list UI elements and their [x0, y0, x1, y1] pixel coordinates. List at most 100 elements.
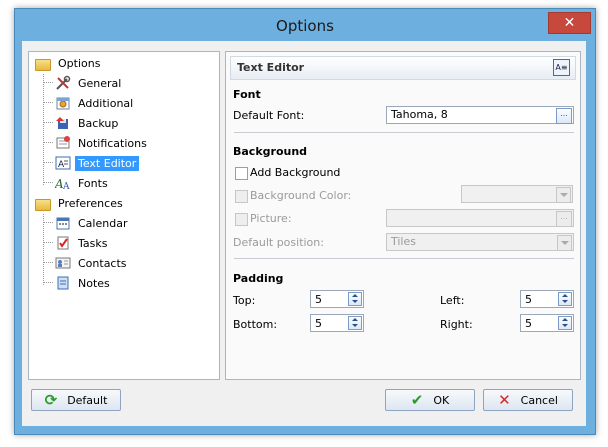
spin-arrows-icon[interactable]: [558, 316, 572, 330]
tree-item-text-editor[interactable]: A Text Editor: [55, 154, 140, 172]
picture-label: Picture:: [250, 212, 292, 225]
cancel-button-label: Cancel: [520, 393, 558, 407]
tree-item-label: General: [78, 76, 122, 90]
tree-item-label: Additional: [78, 96, 134, 110]
padding-right-label: Right:: [440, 318, 473, 331]
tree-connector: [43, 162, 53, 163]
options-tree: Options General Additional Backup Notifi…: [28, 51, 220, 380]
background-section-title: Background: [233, 145, 308, 158]
spin-arrows-icon[interactable]: [348, 316, 362, 330]
picture-browse-button[interactable]: ...: [556, 211, 572, 227]
tree-item-notifications[interactable]: Notifications: [55, 134, 150, 152]
padding-right-value: 5: [525, 317, 532, 330]
ok-button-label: OK: [433, 393, 450, 407]
tree-item-label: Text Editor: [75, 155, 140, 171]
text-editor-icon: A: [55, 155, 71, 171]
tree-item-label: Contacts: [78, 256, 127, 270]
calendar-icon: [55, 215, 71, 231]
svg-text:A: A: [58, 160, 65, 170]
padding-right-spinner[interactable]: 5: [520, 314, 574, 332]
tree-connector: [43, 82, 53, 83]
tree-connector: [43, 214, 44, 285]
padding-top-label: Top:: [233, 294, 256, 307]
font-browse-button[interactable]: ...: [556, 108, 572, 124]
tree-item-fonts[interactable]: AA Fonts: [54, 174, 111, 193]
close-button[interactable]: ✕: [548, 12, 591, 34]
tree-item-contacts[interactable]: Contacts: [55, 254, 130, 272]
options-window: Options ✕ Options General Additional Bac…: [14, 8, 596, 435]
padding-top-spinner[interactable]: 5: [310, 290, 364, 308]
tree-connector: [43, 242, 53, 243]
tree-item-tasks[interactable]: Tasks: [55, 234, 110, 252]
tree-item-label: Calendar: [78, 216, 128, 230]
panel-header: Text Editor A≡: [230, 56, 576, 80]
tree-connector: [43, 74, 44, 185]
tree-group-preferences[interactable]: Preferences: [35, 194, 126, 212]
tree-group-options[interactable]: Options: [35, 54, 103, 72]
padding-top-value: 5: [315, 293, 322, 306]
tree-connector: [43, 222, 53, 223]
picture-field[interactable]: ...: [386, 209, 574, 227]
padding-bottom-label: Bottom:: [233, 318, 278, 331]
tree-item-general[interactable]: General: [55, 74, 124, 92]
text-editor-panel: Text Editor A≡ Font Default Font: Tahoma…: [225, 51, 581, 380]
padding-bottom-value: 5: [315, 317, 322, 330]
tree-item-notes[interactable]: Notes: [55, 274, 113, 292]
background-color-checkbox[interactable]: [235, 190, 248, 203]
tree-item-label: Tasks: [78, 236, 108, 250]
default-font-label: Default Font:: [233, 109, 305, 122]
check-icon: ✔: [410, 391, 424, 409]
picture-checkbox[interactable]: [235, 213, 248, 226]
tree-group-label: Preferences: [58, 196, 123, 210]
background-color-picker[interactable]: [461, 185, 573, 203]
padding-left-label: Left:: [440, 294, 465, 307]
notes-icon: [55, 275, 71, 291]
add-background-checkbox[interactable]: [235, 167, 248, 180]
tree-item-label: Backup: [78, 116, 119, 130]
default-position-label: Default position:: [233, 236, 324, 249]
padding-left-spinner[interactable]: 5: [520, 290, 574, 308]
tree-connector: [43, 282, 53, 283]
additional-settings-icon: [55, 95, 71, 111]
tree-item-label: Fonts: [78, 176, 108, 190]
ok-button[interactable]: ✔ OK: [385, 389, 475, 411]
add-background-label: Add Background: [250, 166, 341, 179]
svg-text:A: A: [62, 182, 70, 191]
font-section-title: Font: [233, 88, 261, 101]
folder-icon: [35, 198, 51, 211]
padding-bottom-spinner[interactable]: 5: [310, 314, 364, 332]
folder-icon: [35, 58, 51, 71]
close-icon: ✕: [498, 391, 511, 409]
padding-left-value: 5: [525, 293, 532, 306]
tree-item-additional[interactable]: Additional: [55, 94, 136, 112]
notifications-icon: [55, 135, 71, 151]
tree-connector: [43, 122, 53, 123]
text-editor-icon: A≡: [553, 59, 570, 76]
spin-arrows-icon[interactable]: [348, 292, 362, 306]
background-color-label: Background Color:: [250, 189, 352, 202]
tree-item-label: Notes: [78, 276, 110, 290]
separator: [234, 258, 574, 259]
chevron-down-icon[interactable]: [556, 187, 571, 203]
window-title: Options: [276, 17, 334, 35]
default-position-value: Tiles: [391, 235, 416, 248]
tools-icon: [55, 75, 71, 91]
fonts-icon: AA: [54, 175, 71, 192]
chevron-down-icon[interactable]: [557, 235, 572, 251]
default-font-field[interactable]: Tahoma, 8 ...: [386, 106, 574, 124]
tree-item-calendar[interactable]: Calendar: [55, 214, 130, 232]
title-bar[interactable]: Options ✕: [15, 9, 595, 41]
contacts-icon: [55, 255, 71, 271]
default-position-select[interactable]: Tiles: [386, 233, 574, 251]
default-button[interactable]: ⟳ Default: [31, 389, 121, 411]
default-button-label: Default: [67, 393, 108, 407]
backup-icon: [55, 115, 71, 131]
dialog-client-area: Options General Additional Backup Notifi…: [22, 41, 586, 426]
default-font-value: Tahoma, 8: [391, 108, 448, 121]
tree-item-backup[interactable]: Backup: [55, 114, 121, 132]
spin-arrows-icon[interactable]: [558, 292, 572, 306]
tree-connector: [43, 142, 53, 143]
tree-group-label: Options: [58, 56, 101, 70]
cancel-button[interactable]: ✕ Cancel: [483, 389, 573, 411]
padding-section-title: Padding: [233, 272, 284, 285]
